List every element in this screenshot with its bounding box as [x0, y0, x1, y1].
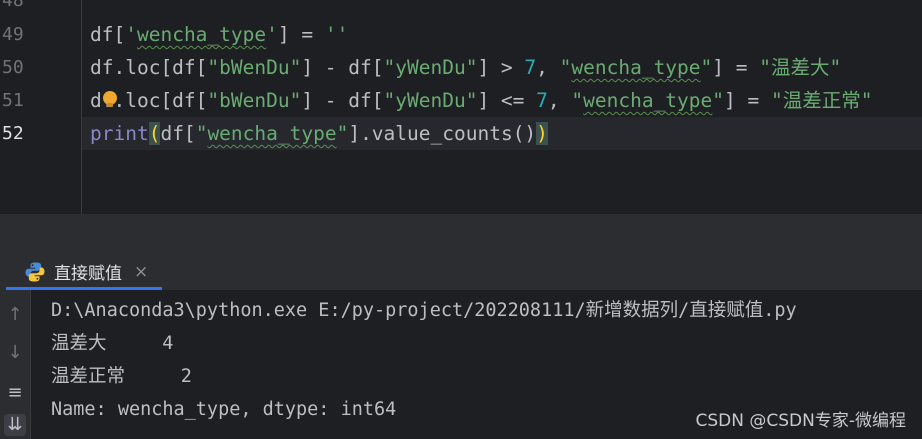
- string-token: wencha_type: [571, 56, 701, 79]
- string-token: "yWenDu": [383, 89, 478, 112]
- string-token: ": [712, 89, 725, 112]
- python-icon: [24, 261, 46, 283]
- string-token: '': [324, 23, 349, 46]
- code-line[interactable]: df.loc[df["bWenDu"] - df["yWenDu"] > 7, …: [90, 51, 841, 84]
- string-token: 温差大: [771, 56, 830, 79]
- run-tab-label: 直接赋值: [54, 264, 122, 284]
- code-token: ,: [547, 89, 572, 112]
- console-line: D:\Anaconda3\python.exe E:/py-project/20…: [51, 300, 797, 321]
- string-token: wencha_type: [583, 89, 713, 112]
- run-tab[interactable]: 直接赋值 ×: [6, 256, 163, 290]
- code-token: ] - df[: [301, 89, 384, 112]
- string-token: ": [860, 89, 873, 112]
- code-token: ].value_counts(): [348, 122, 537, 145]
- string-token: ': [125, 23, 137, 46]
- console-line: 温差正常 2: [51, 366, 192, 387]
- arrow-down-icon[interactable]: ↓: [4, 342, 26, 364]
- string-token: wencha_type: [207, 122, 337, 145]
- matched-paren: (: [148, 122, 161, 145]
- string-token: wencha_type: [136, 23, 267, 46]
- number-token: 7: [536, 89, 548, 112]
- string-token: ': [266, 23, 278, 46]
- console-line: 温差大 4: [51, 333, 174, 354]
- run-tool-window-header: 直接赋值 ×: [0, 256, 922, 290]
- line-number-current: 52: [2, 123, 24, 144]
- run-toolbar: ↑ ↓ ≡ ⇊: [0, 290, 31, 439]
- code-line-current[interactable]: print(df["wencha_type"].value_counts()): [90, 117, 548, 150]
- string-token: "bWenDu": [207, 56, 302, 79]
- code-token: ,: [536, 56, 560, 79]
- lightbulb-intention-icon[interactable]: [103, 91, 117, 107]
- code-token: ] >: [477, 56, 525, 79]
- line-number: 50: [2, 57, 24, 78]
- soft-wrap-icon[interactable]: ≡: [4, 382, 26, 404]
- line-number: 49: [2, 24, 24, 45]
- line-number: 48: [2, 0, 24, 11]
- builtin-token: print: [90, 122, 149, 145]
- console-line: Name: wencha_type, dtype: int64: [51, 399, 397, 420]
- string-token: ": [829, 56, 842, 79]
- string-token: ": [759, 56, 771, 79]
- number-token: 7: [524, 56, 537, 79]
- code-token: ] - df[: [301, 56, 384, 79]
- gutter-divider: [81, 0, 82, 214]
- string-token: ": [336, 122, 349, 145]
- code-token: df[: [90, 23, 126, 46]
- string-token: "bWenDu": [207, 89, 302, 112]
- arrow-up-icon[interactable]: ↑: [4, 304, 26, 326]
- code-token: df[: [160, 122, 196, 145]
- scroll-to-end-icon[interactable]: ⇊: [4, 414, 26, 436]
- string-token: ": [195, 122, 208, 145]
- code-line[interactable]: df['wencha_type'] = '': [90, 18, 348, 51]
- string-token: 温差正常: [782, 89, 861, 112]
- close-icon[interactable]: ×: [134, 262, 148, 282]
- code-token: ] <=: [477, 89, 537, 112]
- string-token: ": [770, 89, 783, 112]
- line-number: 51: [2, 90, 24, 111]
- string-token: ": [571, 89, 584, 112]
- code-line[interactable]: df.loc[df["bWenDu"] - df["yWenDu"] <= 7,…: [90, 84, 873, 117]
- line-number-gutter: 48 49 50 51 52: [0, 0, 82, 214]
- string-token: ": [700, 56, 713, 79]
- code-token: df.loc[df[: [90, 56, 208, 79]
- string-token: ": [559, 56, 572, 79]
- ide-window: 48 49 50 51 52 df['wencha_type'] = '' df…: [0, 0, 922, 439]
- string-token: "yWenDu": [383, 56, 478, 79]
- watermark: CSDN @CSDN专家-微编程: [695, 411, 906, 431]
- code-token: ] =: [724, 89, 771, 112]
- code-editor[interactable]: 48 49 50 51 52 df['wencha_type'] = '' df…: [0, 0, 922, 214]
- code-token: ] =: [712, 56, 760, 79]
- code-token: ] =: [277, 23, 325, 46]
- matched-paren: ): [536, 122, 548, 145]
